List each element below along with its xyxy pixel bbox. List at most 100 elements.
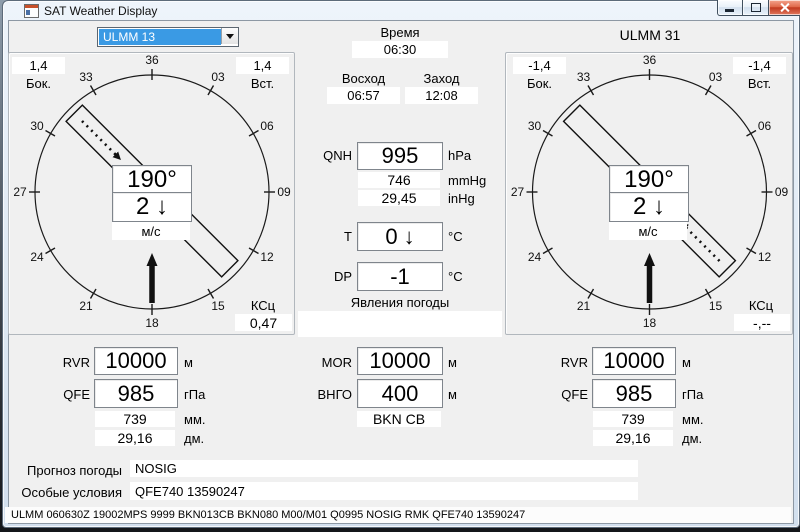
dewpoint-value[interactable]: -1: [357, 262, 443, 291]
qfe-mm-unit-left: мм.: [184, 412, 206, 427]
headwind-label-right: Вст.: [733, 76, 786, 91]
tick-label: 03: [709, 70, 723, 84]
friction-label-left: КСц: [235, 298, 291, 313]
phenomena-label: Явления погоды: [300, 295, 500, 310]
qfe-in-unit-right: дм.: [682, 431, 702, 446]
qfe-mm-left: 739: [95, 411, 175, 427]
minimize-icon: [725, 9, 734, 12]
chevron-down-icon: [226, 34, 234, 39]
crosswind-value-right: -1,4: [513, 57, 566, 74]
headwind-value-left: 1,4: [236, 57, 289, 74]
wind-speed-unit-right: м/с: [609, 222, 687, 240]
tick-label: 36: [145, 53, 159, 67]
tick-label: 21: [577, 299, 591, 313]
qnh-hpa-unit: hPa: [448, 148, 471, 163]
ceiling-value[interactable]: 400: [357, 379, 443, 408]
tick-label: 21: [79, 299, 93, 313]
tick-label: 30: [30, 119, 44, 133]
qfe-value-left[interactable]: 985: [94, 379, 178, 408]
qfe-label-right: QFE: [538, 387, 588, 402]
qfe-in-unit-left: дм.: [184, 431, 204, 446]
tick-label: 15: [211, 299, 225, 313]
rvr-label-right: RVR: [538, 355, 588, 370]
qnh-inhg-unit: inHg: [448, 191, 475, 206]
friction-label-right: КСц: [733, 298, 789, 313]
tick-label: 30: [528, 119, 542, 133]
metar-text: ULMM 060630Z 19002MPS 9999 BKN013CB BKN0…: [5, 509, 525, 521]
runway-selector[interactable]: ULMM 13: [97, 27, 239, 47]
tick-label: 12: [758, 250, 772, 264]
rvr-value-left[interactable]: 10000: [94, 347, 178, 375]
qnh-label: QNH: [300, 148, 352, 163]
titlebar[interactable]: SAT Weather Display: [2, 0, 798, 20]
special-conditions-value[interactable]: QFE740 13590247: [130, 482, 638, 500]
crosswind-label-right: Бок.: [513, 76, 566, 91]
wind-speed-left: 2 ↓: [112, 192, 192, 222]
maximize-button[interactable]: [742, 0, 770, 16]
qfe-label-left: QFE: [40, 387, 90, 402]
phenomena-value[interactable]: [298, 311, 502, 337]
right-panel-title: ULMM 31: [550, 28, 750, 43]
tick-label: 33: [79, 70, 93, 84]
tick-label: 06: [260, 119, 274, 133]
tick-label: 18: [643, 316, 657, 330]
app-icon: [24, 4, 39, 18]
tick-label: 24: [528, 250, 542, 264]
headwind-label-left: Вст.: [236, 76, 289, 91]
tick-label: 36: [643, 53, 657, 67]
sunset-value: 12:08: [405, 87, 478, 104]
dropdown-button[interactable]: [221, 28, 238, 44]
desktop: SAT Weather Display ULMM 13 ULMM 31: [0, 0, 800, 532]
friction-value-right: -,--: [734, 314, 790, 331]
runway-selector-value: ULMM 13: [99, 29, 221, 45]
sunrise-label: Восход: [327, 71, 400, 86]
tick-label: 27: [511, 185, 525, 199]
qfe-value-right[interactable]: 985: [592, 379, 676, 408]
qfe-in-right: 29,16: [593, 430, 673, 446]
crosswind-label-left: Бок.: [12, 76, 65, 91]
special-conditions-label: Особые условия: [20, 485, 122, 500]
close-button[interactable]: [768, 0, 800, 16]
tick-label: 06: [758, 119, 772, 133]
qfe-in-left: 29,16: [95, 430, 175, 446]
ceiling-label: ВНГО: [295, 387, 352, 402]
qfe-mm-right: 739: [593, 411, 673, 427]
clouds-value: BKN CB: [357, 411, 441, 427]
wind-speed-unit-left: м/с: [112, 222, 190, 240]
tick-label: 09: [775, 185, 789, 199]
window-title: SAT Weather Display: [44, 4, 157, 18]
qfe-unit-right: гПа: [682, 387, 703, 402]
forecast-label: Прогноз погоды: [20, 463, 122, 478]
tick-label: 33: [577, 70, 591, 84]
minimize-button[interactable]: [717, 0, 744, 16]
qfe-mm-unit-right: мм.: [682, 412, 704, 427]
sunrise-value: 06:57: [327, 87, 400, 104]
tick-label: 15: [709, 299, 723, 313]
time-value: 06:30: [352, 41, 448, 58]
mor-unit: м: [448, 355, 457, 370]
dewpoint-label: DP: [300, 269, 352, 284]
tick-label: 27: [13, 185, 27, 199]
headwind-value-right: -1,4: [733, 57, 786, 74]
qnh-hpa-value[interactable]: 995: [357, 142, 443, 170]
qfe-unit-left: гПа: [184, 387, 205, 402]
temp-value[interactable]: 0 ↓: [357, 222, 443, 251]
qnh-mmhg-unit: mmHg: [448, 173, 486, 188]
maximize-icon: [751, 3, 761, 12]
tick-label: 24: [30, 250, 44, 264]
ceiling-unit: м: [448, 387, 457, 402]
wind-direction-right: 190°: [609, 165, 689, 195]
qnh-inhg-value: 29,45: [358, 190, 440, 206]
sunset-label: Заход: [405, 71, 478, 86]
mor-value[interactable]: 10000: [357, 347, 443, 375]
qnh-mmhg-value: 746: [358, 172, 440, 188]
tick-label: 12: [260, 250, 274, 264]
mor-label: MOR: [300, 355, 352, 370]
rvr-label-left: RVR: [40, 355, 90, 370]
temp-unit: °C: [448, 229, 463, 244]
tick-label: 09: [277, 185, 291, 199]
wind-speed-right: 2 ↓: [609, 192, 689, 222]
forecast-value[interactable]: NOSIG: [130, 460, 638, 477]
time-label: Время: [352, 25, 448, 40]
rvr-value-right[interactable]: 10000: [592, 347, 676, 375]
